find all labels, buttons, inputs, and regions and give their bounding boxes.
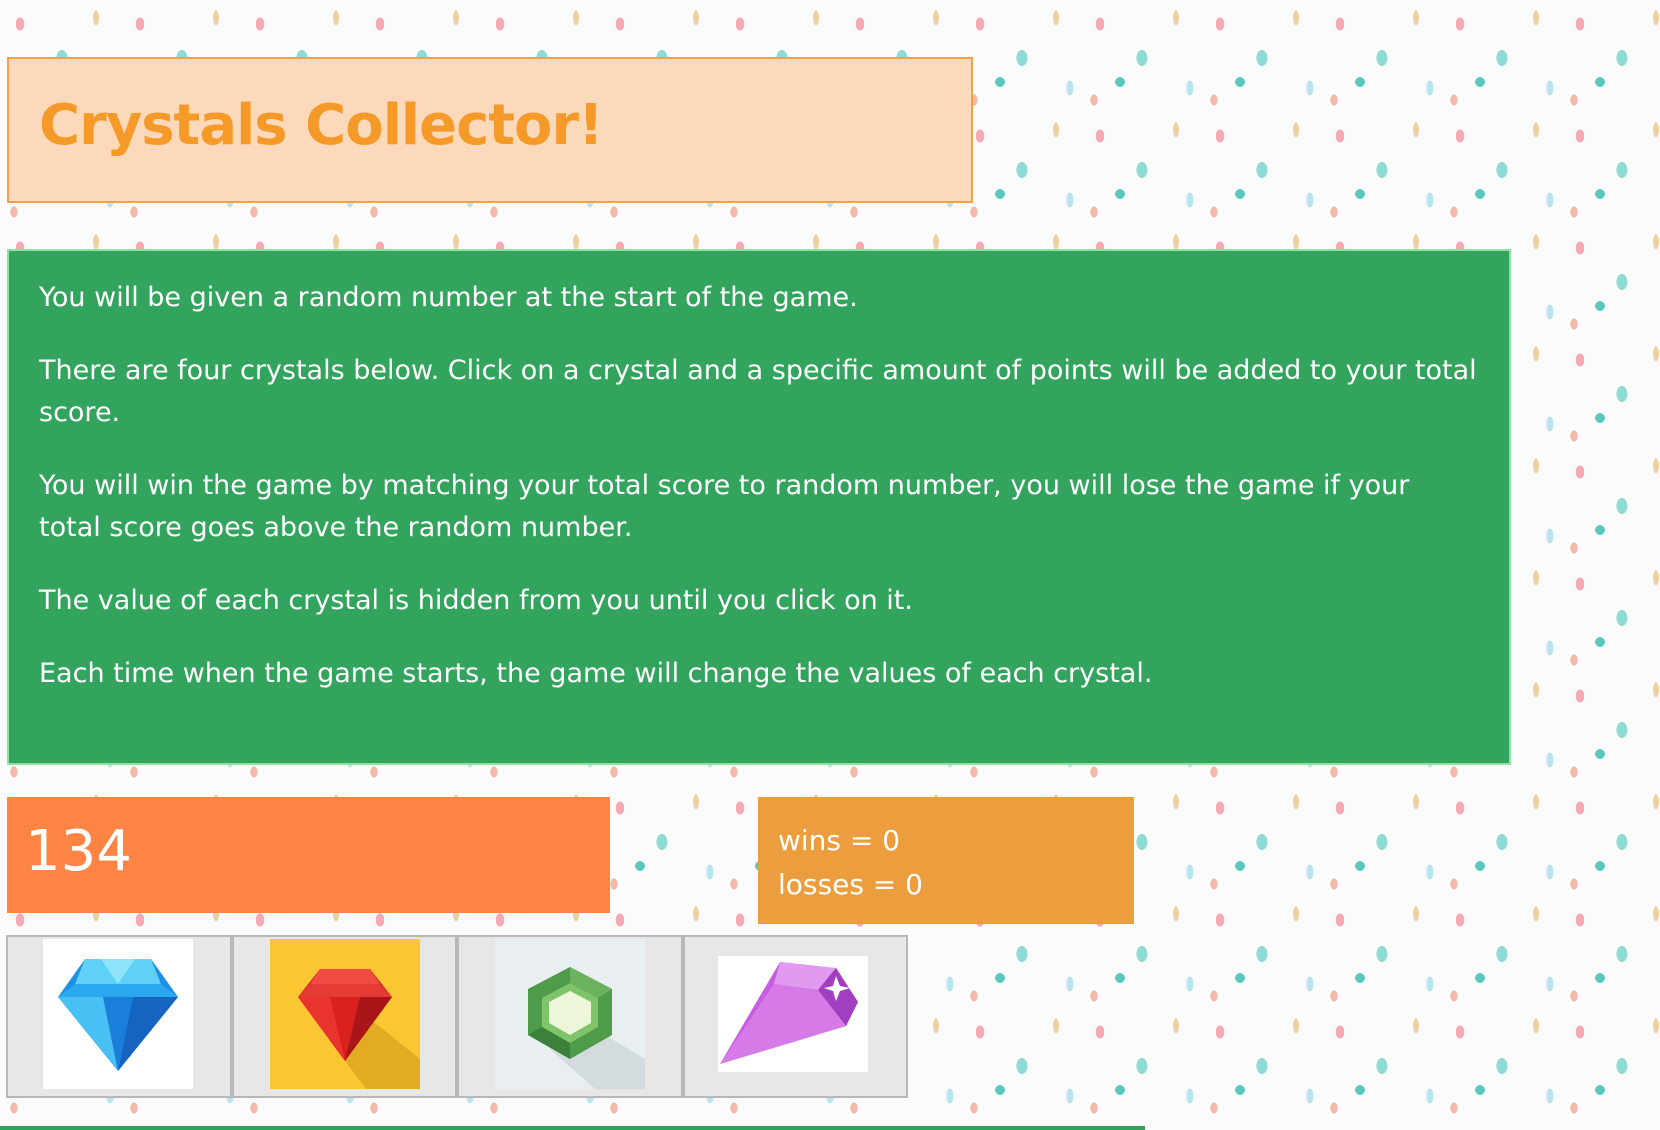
crystal-button-3[interactable] — [457, 935, 683, 1098]
losses-counter: losses = 0 — [778, 868, 923, 901]
page-title: Crystals Collector! — [39, 93, 604, 158]
instruction-text: You will win the game by matching your t… — [39, 470, 1410, 543]
instruction-text: Each time when the game starts, the game… — [39, 658, 1153, 689]
purple-gem-icon — [717, 956, 868, 1072]
crystal-button-2[interactable] — [231, 935, 457, 1098]
target-number-panel: 134 — [7, 797, 610, 913]
title-panel: Crystals Collector! — [7, 57, 973, 203]
wins-counter: wins = 0 — [778, 824, 901, 857]
instructions-panel: You will be given a random number at the… — [7, 249, 1511, 765]
bottom-divider — [0, 1126, 1145, 1130]
red-ruby-icon — [269, 939, 420, 1089]
blue-diamond-icon — [43, 939, 193, 1089]
crystal-row — [6, 935, 908, 1098]
green-hexagon-gem-icon — [495, 939, 645, 1089]
crystal-button-1[interactable] — [6, 935, 232, 1098]
score-panel: wins = 0 losses = 0 — [758, 797, 1134, 924]
instruction-text: You will be given a random number at the… — [39, 282, 858, 313]
crystal-button-4[interactable] — [682, 935, 908, 1098]
target-number: 134 — [25, 819, 132, 884]
instruction-text: The value of each crystal is hidden from… — [39, 585, 913, 616]
instruction-text: There are four crystals below. Click on … — [39, 355, 1477, 428]
